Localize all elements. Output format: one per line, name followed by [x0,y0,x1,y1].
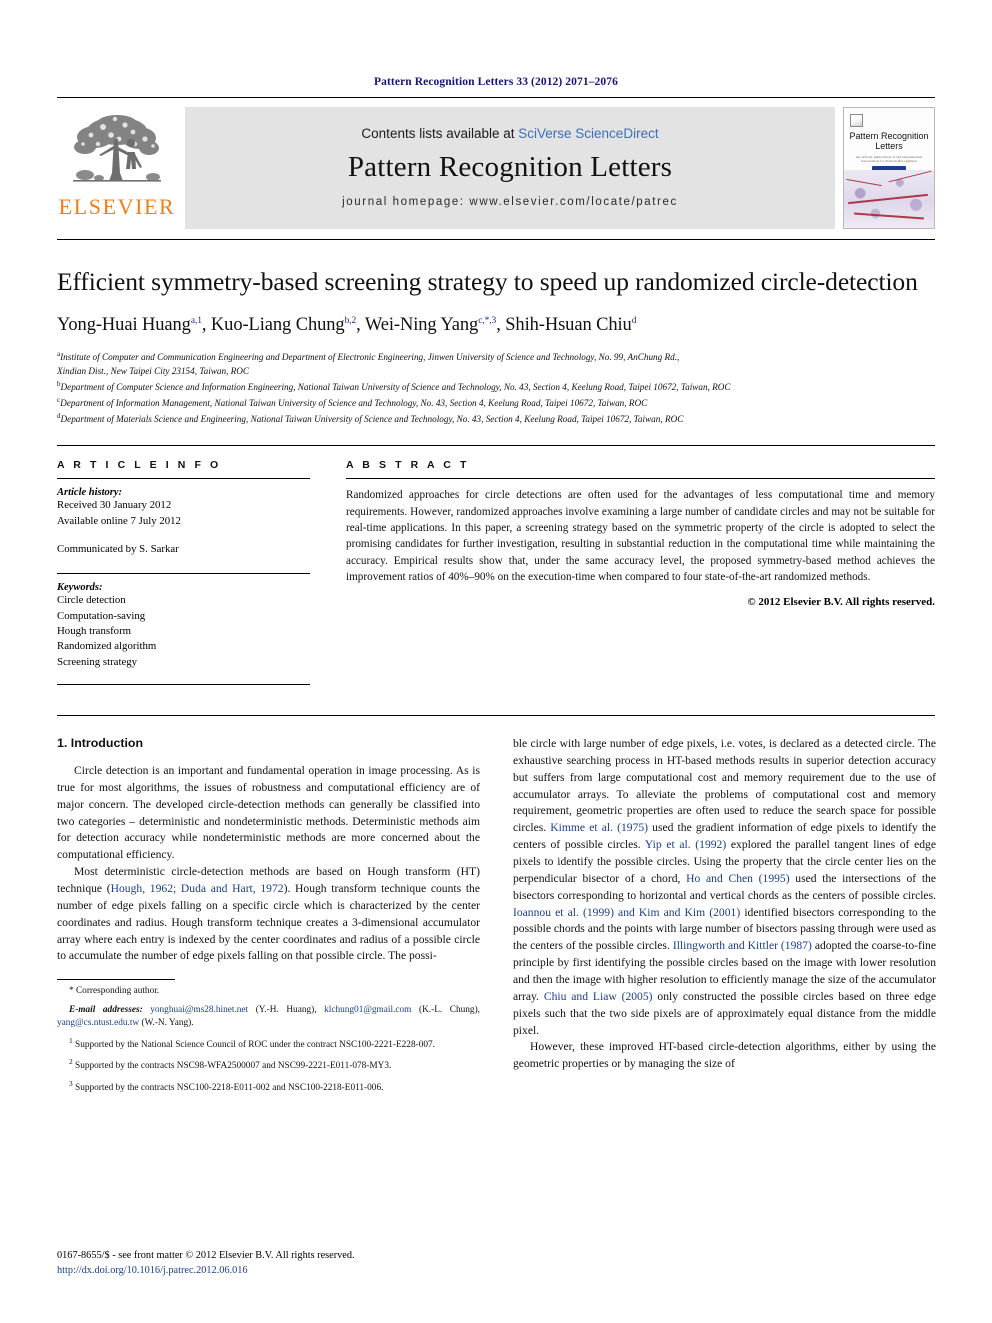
footnote-2: 2 Supported by the contracts NSC98-WFA25… [69,1057,392,1072]
footnote-corresponding: * Corresponding author. [69,986,160,997]
footnote-3: 3 Supported by the contracts NSC100-2218… [69,1078,384,1093]
elsevier-wordmark: ELSEVIER [58,194,176,219]
contents-lists-line: Contents lists available at SciVerse Sci… [361,126,658,141]
info-top-rule [57,445,935,447]
citation-hough-duda[interactable]: Hough, 1962; Duda and Hart, 1972 [111,882,284,895]
citation-kimme[interactable]: Kimme et al. (1975) [550,821,648,834]
issn-copyright-line: 0167-8655/$ - see front matter © 2012 El… [57,1250,355,1262]
cover-top: Pattern Recognition Letters An official … [844,108,934,175]
info-abstract-row: A R T I C L E I N F O Article history: R… [57,459,935,693]
body-columns: 1. Introduction Circle detection is an i… [57,736,936,1095]
article-history-label: Article history: [57,487,123,499]
keywords-block: Keywords: Circle detection Computation-s… [57,582,310,670]
cover-artwork [844,170,934,228]
available-online-date: Available online 7 July 2012 [57,514,181,527]
body-column-right: ble circle with large number of edge pix… [513,736,936,1095]
email-link-2[interactable]: klchung01@gmail.com [324,1005,411,1015]
keyword-item: Computation-saving [57,609,146,622]
keyword-item: Hough transform [57,624,132,637]
article-info-rule [57,478,310,480]
sciencedirect-link[interactable]: SciVerse ScienceDirect [518,126,658,141]
header-rule [57,97,935,98]
citation-yip[interactable]: Yip et al. (1992) [645,838,726,851]
author-list: Yong-Huai Huanga,1, Kuo-Liang Chungb,2, … [57,315,637,336]
abstract-text: Randomized approaches for circle detecti… [346,489,935,584]
journal-masthead: ELSEVIER Contents lists available at Sci… [57,107,935,229]
email-addresses-label: E-mail addresses: [69,1004,143,1015]
intro-paragraph-3: ble circle with large number of edge pix… [513,736,937,1037]
received-date: Received 30 January 2012 [57,499,172,512]
body-top-rule [57,714,935,716]
intro-paragraph-4: However, these improved HT-based circle-… [513,1040,936,1071]
page-footer: 0167-8655/$ - see front matter © 2012 El… [57,1249,355,1279]
running-head: Pattern Recognition Letters 33 (2012) 20… [374,76,618,88]
body-column-left: 1. Introduction Circle detection is an i… [57,736,480,1095]
doi-link[interactable]: http://dx.doi.org/10.1016/j.patrec.2012.… [57,1264,355,1279]
abstract-column: A B S T R A C T Randomized approaches fo… [346,459,935,693]
abstract-heading: A B S T R A C T [346,459,470,472]
affiliation-a-cont: Xindian Dist., New Taipei City 23154, Ta… [57,366,250,377]
email-link-1[interactable]: yonghuai@ms28.hinet.net [150,1005,248,1015]
keywords-bottom-rule [57,683,310,685]
journal-cover-thumbnail: Pattern Recognition Letters An official … [843,107,935,229]
keyword-item: Screening strategy [57,655,138,668]
keywords-top-rule [57,573,310,575]
section-heading-introduction: 1. Introduction [57,735,144,750]
masthead-band: Contents lists available at SciVerse Sci… [185,107,835,229]
affiliation-c: cDepartment of Information Management, N… [57,396,648,409]
citation-ioannou-kim[interactable]: Ioannou et al. (1999) and Kim and Kim (2… [513,906,740,919]
keyword-item: Circle detection [57,594,126,607]
footnote-1: 1 Supported by the National Science Coun… [69,1035,435,1050]
affiliation-d: dDepartment of Materials Science and Eng… [57,412,684,425]
citation-chiu-liaw[interactable]: Chiu and Liaw (2005) [544,990,653,1003]
article-info-heading: A R T I C L E I N F O [57,459,222,472]
abstract-rule [346,478,935,480]
intro-paragraph-1: Circle detection is an important and fun… [57,763,480,862]
email-link-3[interactable]: yang@cs.ntust.edu.tw [57,1018,139,1028]
elsevier-tree-icon [65,111,169,195]
keywords-label: Keywords: [57,582,103,594]
page-title: Efficient symmetry-based screening strat… [57,267,918,296]
intro-paragraph-2: Most deterministic circle-detection meth… [57,865,480,963]
footnote-rule [57,979,175,981]
citation-illingworth[interactable]: Illingworth and Kittler (1987) [673,939,812,952]
cover-publisher-mark-icon [850,114,863,127]
keyword-item: Randomized algorithm [57,640,157,653]
journal-title: Pattern Recognition Letters [347,151,673,183]
affiliation-b: bDepartment of Computer Science and Info… [57,380,731,393]
citation-ho-chen[interactable]: Ho and Chen (1995) [686,872,789,885]
article-info-column: A R T I C L E I N F O Article history: R… [57,459,310,693]
cover-subtitle: An official publication of the Internati… [855,154,923,163]
cover-title: Pattern Recognition Letters [849,131,929,152]
title-block: Efficient symmetry-based screening strat… [57,266,935,336]
affiliation-a: aInstitute of Computer and Communication… [57,350,680,363]
communicated-by: Communicated by S. Sarkar [57,542,179,555]
footnote-emails: E-mail addresses: yonghuai@ms28.hinet.ne… [57,1004,480,1029]
affiliations-block: aInstitute of Computer and Communication… [57,349,935,427]
journal-homepage-link[interactable]: journal homepage: www.elsevier.com/locat… [342,196,678,208]
elsevier-logo: ELSEVIER [57,107,177,229]
abstract-copyright: © 2012 Elsevier B.V. All rights reserved… [747,596,935,609]
paper-page: Pattern Recognition Letters 33 (2012) 20… [0,0,992,1323]
contents-prefix: Contents lists available at [361,126,519,141]
masthead-bottom-rule [57,239,935,240]
